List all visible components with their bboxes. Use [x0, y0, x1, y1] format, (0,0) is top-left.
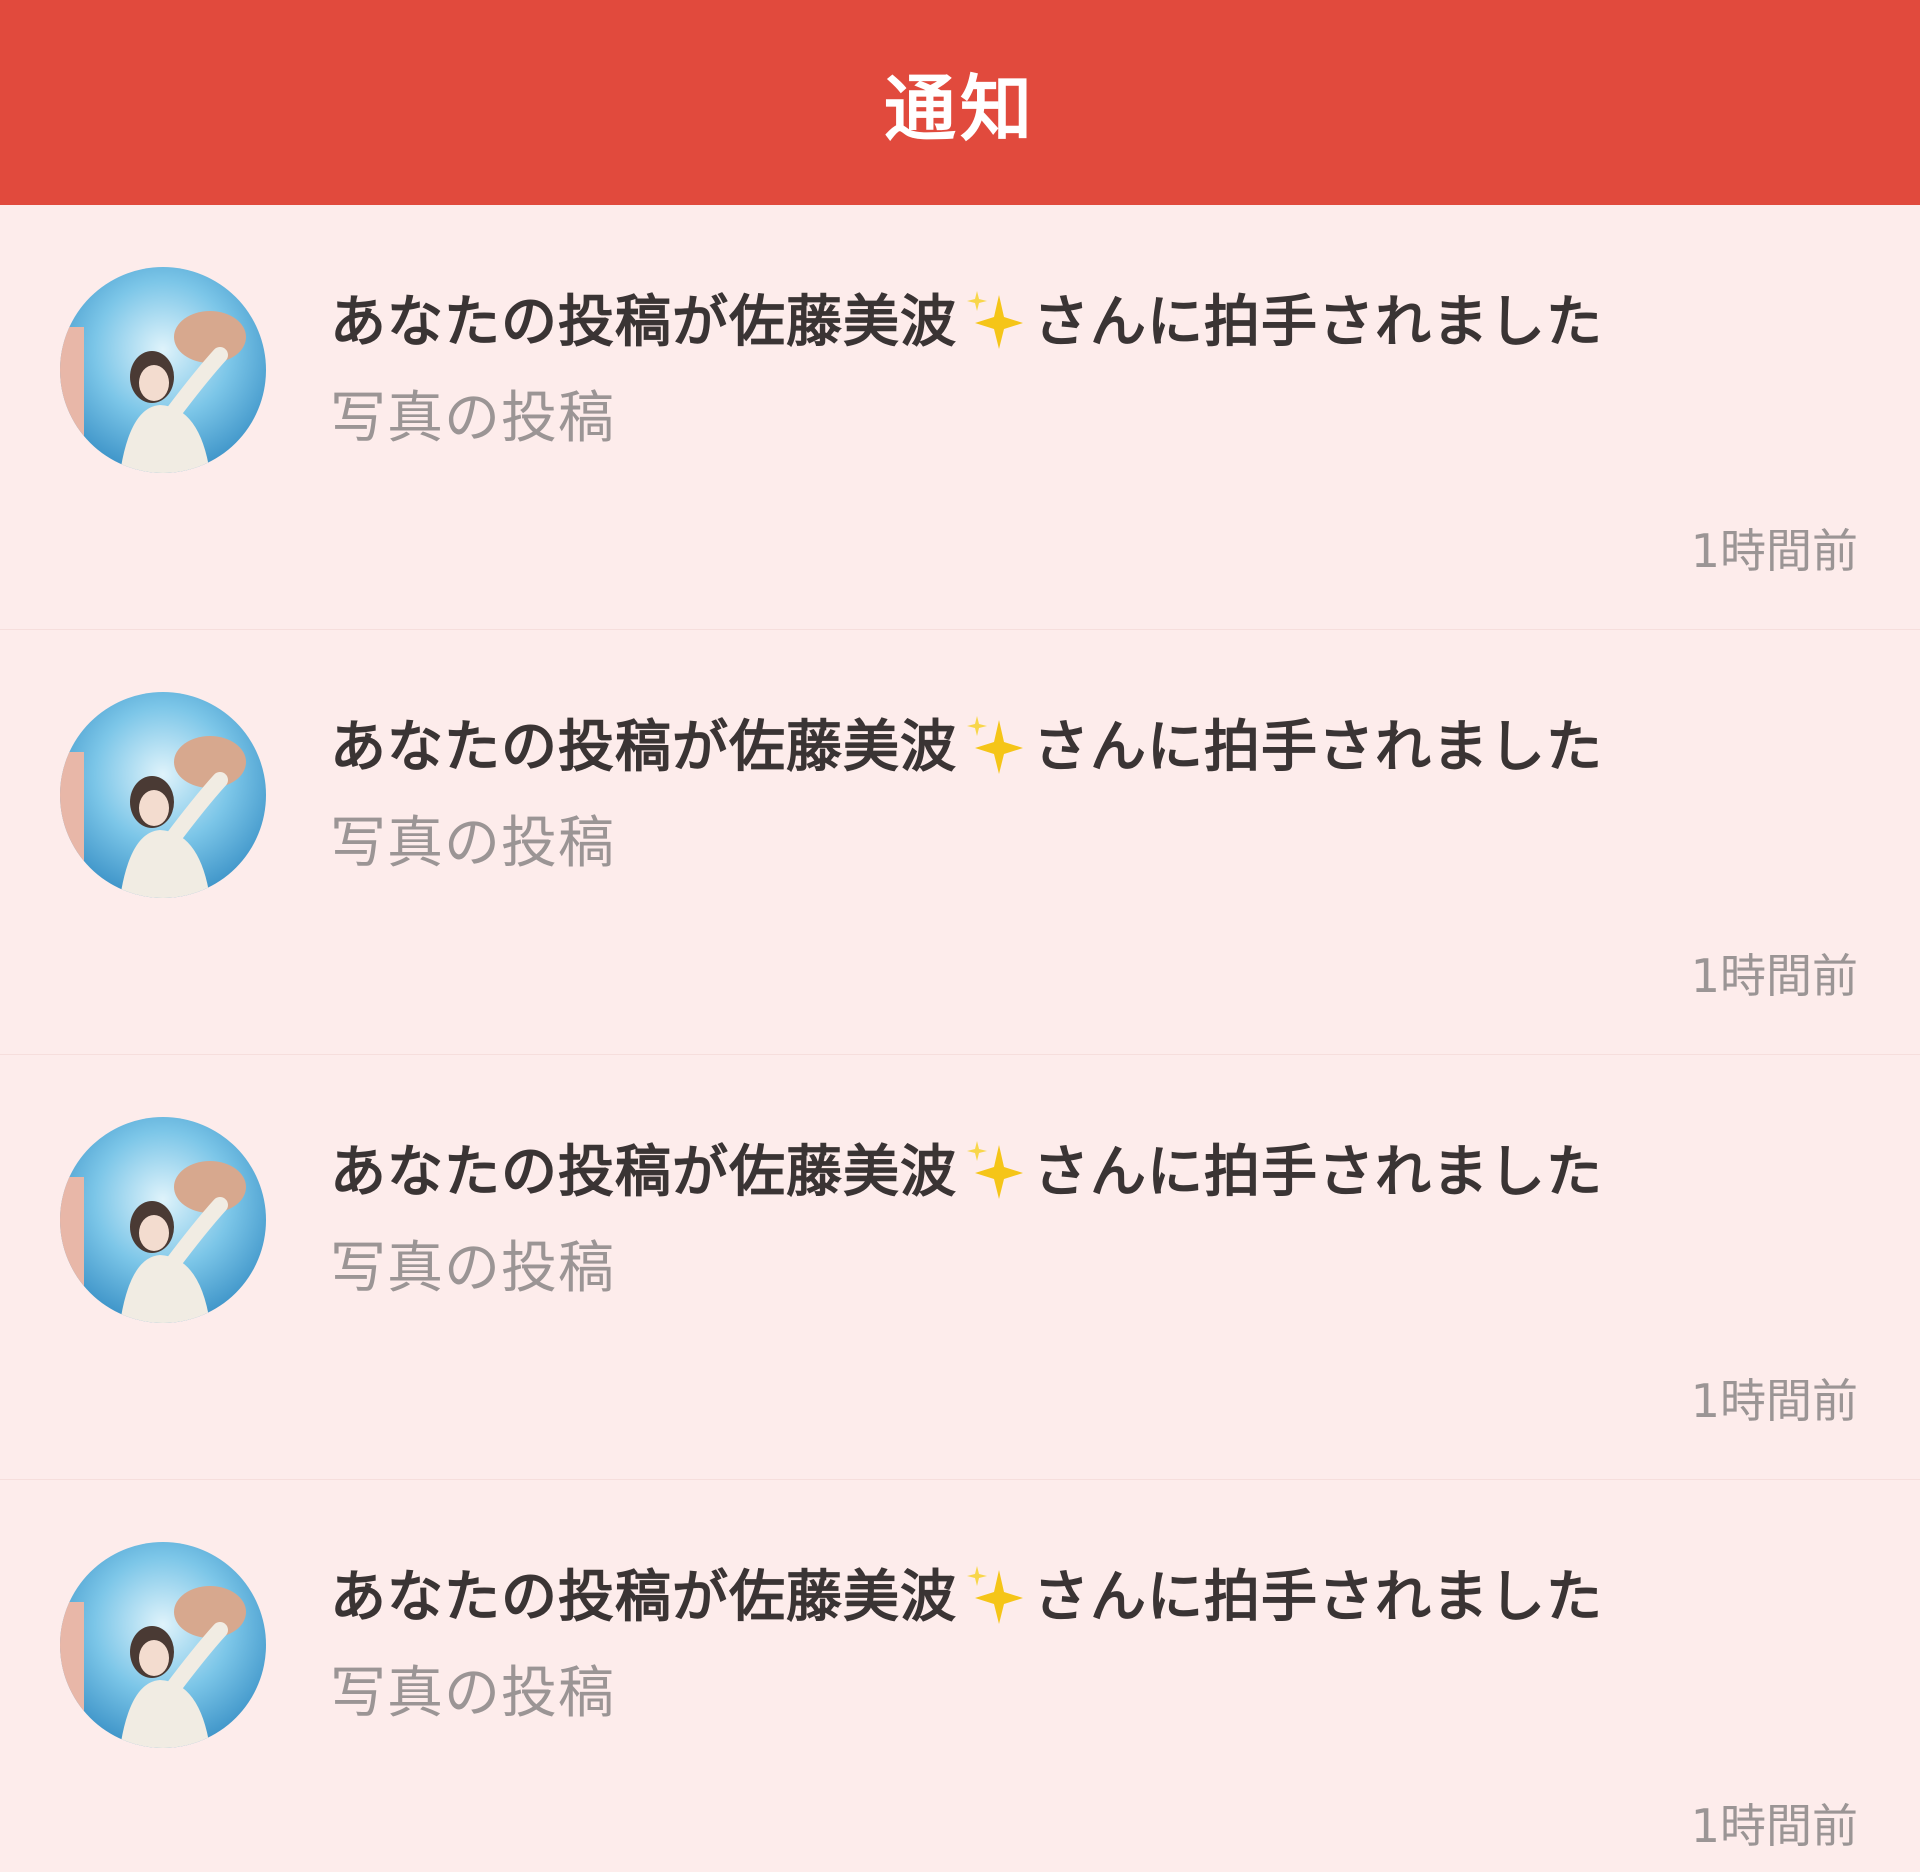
avatar[interactable] — [60, 267, 266, 473]
notification-time: 1時間前 — [1690, 1374, 1858, 1428]
sparkles-icon — [963, 1137, 1027, 1215]
sparkles-icon — [963, 1562, 1027, 1640]
app-header: 通知 — [0, 0, 1920, 205]
notification-subtitle: 写真の投稿 — [330, 811, 615, 876]
page-title: 通知 — [883, 67, 1036, 151]
sparkles-icon — [963, 287, 1027, 365]
sparkles-icon — [963, 712, 1027, 790]
notification-time: 1時間前 — [1690, 1799, 1858, 1853]
notification-item[interactable]: あなたの投稿が佐藤美波 さんに拍手されました 写真の投稿 1時間前 — [0, 1055, 1920, 1480]
avatar[interactable] — [60, 1117, 266, 1323]
notification-time: 1時間前 — [1690, 949, 1858, 1003]
notification-title: あなたの投稿が佐藤美波 さんに拍手されました — [330, 1127, 1603, 1215]
avatar[interactable] — [60, 1542, 266, 1748]
notification-title: あなたの投稿が佐藤美波 さんに拍手されました — [330, 1552, 1603, 1640]
notification-item[interactable]: あなたの投稿が佐藤美波 さんに拍手されました 写真の投稿 1時間前 — [0, 1480, 1920, 1872]
notification-item[interactable]: あなたの投稿が佐藤美波 さんに拍手されました 写真の投稿 1時間前 — [0, 630, 1920, 1055]
notification-subtitle: 写真の投稿 — [330, 1236, 615, 1301]
avatar[interactable] — [60, 692, 266, 898]
notification-list: あなたの投稿が佐藤美波 さんに拍手されました 写真の投稿 1時間前 あなたの投稿… — [0, 205, 1920, 1872]
notification-subtitle: 写真の投稿 — [330, 1661, 615, 1726]
notification-title: あなたの投稿が佐藤美波 さんに拍手されました — [330, 702, 1603, 790]
notification-item[interactable]: あなたの投稿が佐藤美波 さんに拍手されました 写真の投稿 1時間前 — [0, 205, 1920, 630]
notification-title: あなたの投稿が佐藤美波 さんに拍手されました — [330, 277, 1603, 365]
notification-subtitle: 写真の投稿 — [330, 386, 615, 451]
notification-time: 1時間前 — [1690, 524, 1858, 578]
